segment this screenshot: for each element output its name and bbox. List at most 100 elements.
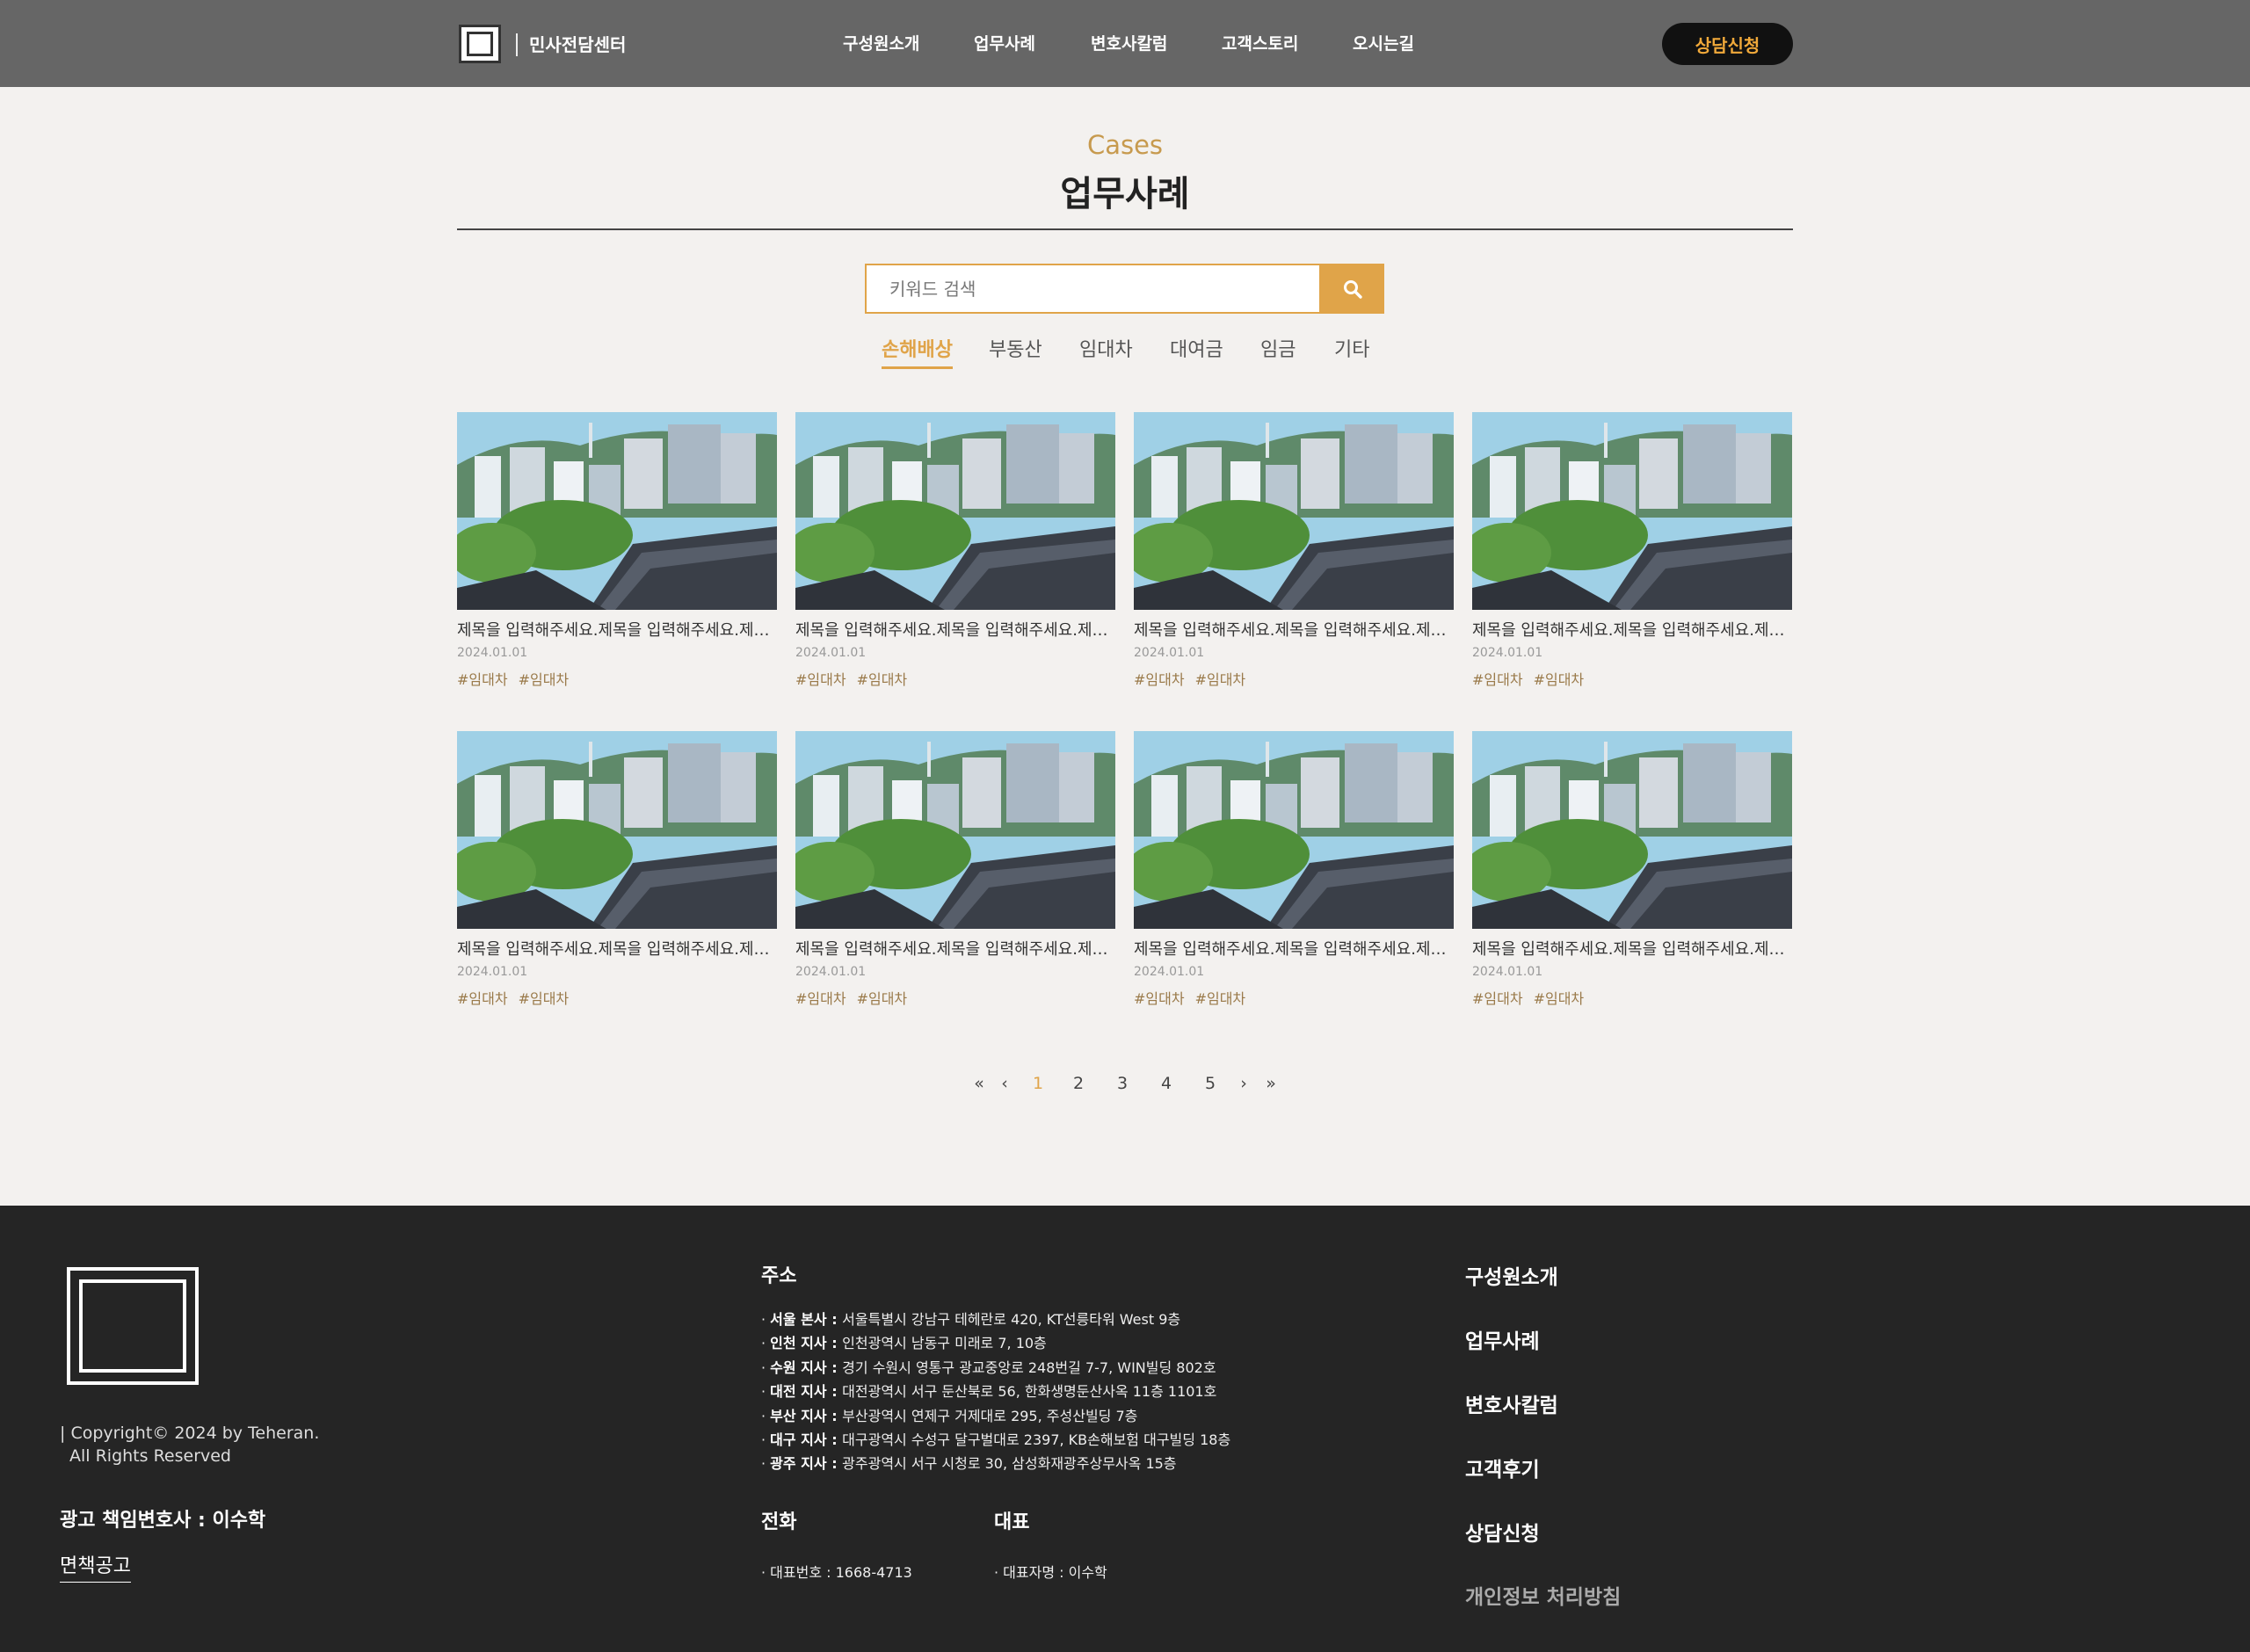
case-card[interactable]: 제목을 입력해주세요.제목을 입력해주세요.제목을 입력해주세요. 2024.01… (1134, 412, 1454, 689)
nav-item-cases[interactable]: 업무사례 (974, 30, 1035, 58)
first-page-button[interactable]: « (970, 1070, 988, 1097)
case-date: 2024.01.01 (795, 646, 867, 660)
search-input[interactable] (865, 264, 1321, 314)
tab-other[interactable]: 기타 (1334, 337, 1369, 365)
office-address: 인천광역시 남동구 미래로 7, 10층 (842, 1335, 1047, 1352)
last-page-button[interactable]: » (1262, 1070, 1280, 1097)
office-address: 부산광역시 연제구 거제대로 295, 주성산빌딩 7층 (842, 1407, 1138, 1424)
nav-item-members[interactable]: 구성원소개 (843, 30, 919, 58)
case-thumbnail[interactable] (795, 412, 1115, 610)
consult-button[interactable]: 상담신청 (1662, 23, 1793, 65)
case-title[interactable]: 제목을 입력해주세요.제목을 입력해주세요.제목을 입력해주세요. (795, 620, 1115, 641)
case-card[interactable]: 제목을 입력해주세요.제목을 입력해주세요.제목을 입력해주세요. 2024.01… (457, 731, 777, 1008)
office-address: 대구광역시 수성구 달구벌대로 2397, KB손해보험 대구빌딩 18층 (842, 1431, 1231, 1449)
address-list: · 서울 본사 : 서울특별시 강남구 테헤란로 420, KT선릉타워 Wes… (761, 1308, 1230, 1476)
case-card[interactable]: 제목을 입력해주세요.제목을 입력해주세요.제목을 입력해주세요. 2024.01… (795, 731, 1115, 1008)
search-button[interactable] (1321, 264, 1384, 314)
case-tag[interactable]: #임대차 (795, 671, 846, 689)
copyright: | Copyright© 2024 by Teheran. All Rights… (60, 1424, 320, 1466)
case-tag[interactable]: #임대차 (857, 671, 908, 689)
case-card[interactable]: 제목을 입력해주세요.제목을 입력해주세요.제목을 입력해주세요. 2024.01… (1472, 412, 1792, 689)
logo-divider (516, 33, 518, 56)
case-tag[interactable]: #임대차 (519, 990, 570, 1008)
case-title[interactable]: 제목을 입력해주세요.제목을 입력해주세요.제목을 입력해주세요. (1134, 939, 1454, 960)
case-tag[interactable]: #임대차 (1195, 671, 1246, 689)
address-item: · 인천 지사 : 인천광역시 남동구 미래로 7, 10층 (761, 1335, 1047, 1352)
nav-item-column[interactable]: 변호사칼럼 (1091, 30, 1167, 58)
case-tags: #임대차 #임대차 (795, 671, 1115, 689)
responsible-lawyer: 광고 책임변호사 : 이수학 (60, 1510, 266, 1532)
footer-nav-members[interactable]: 구성원소개 (1465, 1260, 1558, 1290)
case-thumbnail[interactable] (795, 731, 1115, 929)
footer-nav-cases[interactable]: 업무사례 (1465, 1324, 1540, 1354)
tab-loan[interactable]: 대여금 (1170, 337, 1223, 365)
case-thumbnail[interactable] (457, 731, 777, 929)
office-name: 수원 지사 (770, 1359, 827, 1376)
case-tag[interactable]: #임대차 (1472, 990, 1523, 1008)
case-thumbnail[interactable] (1472, 731, 1792, 929)
case-tag[interactable]: #임대차 (1195, 990, 1246, 1008)
page-4[interactable]: 4 (1158, 1070, 1174, 1097)
tab-lease[interactable]: 임대차 (1079, 337, 1133, 365)
phone-line: · 대표번호 : 1668-4713 (761, 1564, 912, 1581)
page-2[interactable]: 2 (1071, 1070, 1086, 1097)
case-thumbnail[interactable] (1134, 412, 1454, 610)
case-tags: #임대차 #임대차 (1472, 671, 1792, 689)
case-date: 2024.01.01 (1472, 646, 1543, 660)
tab-wage[interactable]: 임금 (1260, 337, 1296, 365)
case-title[interactable]: 제목을 입력해주세요.제목을 입력해주세요.제목을 입력해주세요. (457, 620, 777, 641)
case-tag[interactable]: #임대차 (857, 990, 908, 1008)
page-1[interactable]: 1 (1030, 1070, 1046, 1097)
address-item: · 광주 지사 : 광주광역시 서구 시청로 30, 삼성화재광주상무사옥 15… (761, 1455, 1177, 1473)
case-tag[interactable]: #임대차 (1534, 671, 1585, 689)
case-tag[interactable]: #임대차 (1534, 990, 1585, 1008)
case-tags: #임대차 #임대차 (1134, 671, 1454, 689)
case-title[interactable]: 제목을 입력해주세요.제목을 입력해주세요.제목을 입력해주세요. (1472, 620, 1792, 641)
page-title: 업무사례 (1060, 174, 1190, 214)
footer-nav-consult[interactable]: 상담신청 (1465, 1517, 1540, 1547)
page-5[interactable]: 5 (1202, 1070, 1218, 1097)
case-title[interactable]: 제목을 입력해주세요.제목을 입력해주세요.제목을 입력해주세요. (1472, 939, 1792, 960)
footer-logo-icon (67, 1267, 199, 1385)
footer-nav-column[interactable]: 변호사칼럼 (1465, 1388, 1558, 1418)
case-card[interactable]: 제목을 입력해주세요.제목을 입력해주세요.제목을 입력해주세요. 2024.01… (1472, 731, 1792, 1008)
case-thumbnail[interactable] (1134, 731, 1454, 929)
case-tag[interactable]: #임대차 (519, 671, 570, 689)
prev-page-button[interactable]: ‹ (997, 1070, 1012, 1097)
footer-nav-reviews[interactable]: 고객후기 (1465, 1453, 1540, 1482)
logo-text[interactable]: 민사전담센터 (529, 33, 626, 56)
case-tag[interactable]: #임대차 (795, 990, 846, 1008)
case-tag[interactable]: #임대차 (457, 671, 508, 689)
case-title[interactable]: 제목을 입력해주세요.제목을 입력해주세요.제목을 입력해주세요. (795, 939, 1115, 960)
footer-nav-privacy[interactable]: 개인정보 처리방침 (1465, 1580, 1621, 1610)
office-address: 서울특별시 강남구 테헤란로 420, KT선릉타워 West 9층 (842, 1311, 1181, 1328)
case-tag[interactable]: #임대차 (1472, 671, 1523, 689)
tab-real-estate[interactable]: 부동산 (989, 337, 1042, 365)
case-card[interactable]: 제목을 입력해주세요.제목을 입력해주세요.제목을 입력해주세요. 2024.01… (457, 412, 777, 689)
address-heading: 주소 (761, 1265, 797, 1287)
office-name: 대전 지사 (770, 1383, 827, 1401)
case-card[interactable]: 제목을 입력해주세요.제목을 입력해주세요.제목을 입력해주세요. 2024.01… (795, 412, 1115, 689)
site-header: 민사전담센터 구성원소개 업무사례 변호사칼럼 고객스토리 오시는길 상담신청 (0, 0, 2250, 87)
tab-damages[interactable]: 손해배상 (882, 337, 953, 369)
page-3[interactable]: 3 (1114, 1070, 1130, 1097)
logo-icon[interactable] (459, 25, 501, 63)
case-thumbnail[interactable] (1472, 412, 1792, 610)
nav-item-stories[interactable]: 고객스토리 (1222, 30, 1298, 58)
disclaimer-link[interactable]: 면책공고 (60, 1550, 131, 1583)
case-date: 2024.01.01 (1472, 965, 1543, 979)
search-icon (1344, 279, 1362, 299)
case-title[interactable]: 제목을 입력해주세요.제목을 입력해주세요.제목을 입력해주세요. (1134, 620, 1454, 641)
case-tag[interactable]: #임대차 (457, 990, 508, 1008)
case-date: 2024.01.01 (1134, 965, 1205, 979)
nav-item-directions[interactable]: 오시는길 (1353, 30, 1414, 58)
case-thumbnail[interactable] (457, 412, 777, 610)
case-title[interactable]: 제목을 입력해주세요.제목을 입력해주세요.제목을 입력해주세요. (457, 939, 777, 960)
next-page-button[interactable]: › (1236, 1070, 1252, 1097)
office-name: 서울 본사 (770, 1311, 827, 1328)
rep-line: · 대표자명 : 이수학 (994, 1564, 1107, 1581)
title-divider (457, 228, 1793, 230)
case-tag[interactable]: #임대차 (1134, 990, 1185, 1008)
case-card[interactable]: 제목을 입력해주세요.제목을 입력해주세요.제목을 입력해주세요. 2024.01… (1134, 731, 1454, 1008)
case-tag[interactable]: #임대차 (1134, 671, 1185, 689)
